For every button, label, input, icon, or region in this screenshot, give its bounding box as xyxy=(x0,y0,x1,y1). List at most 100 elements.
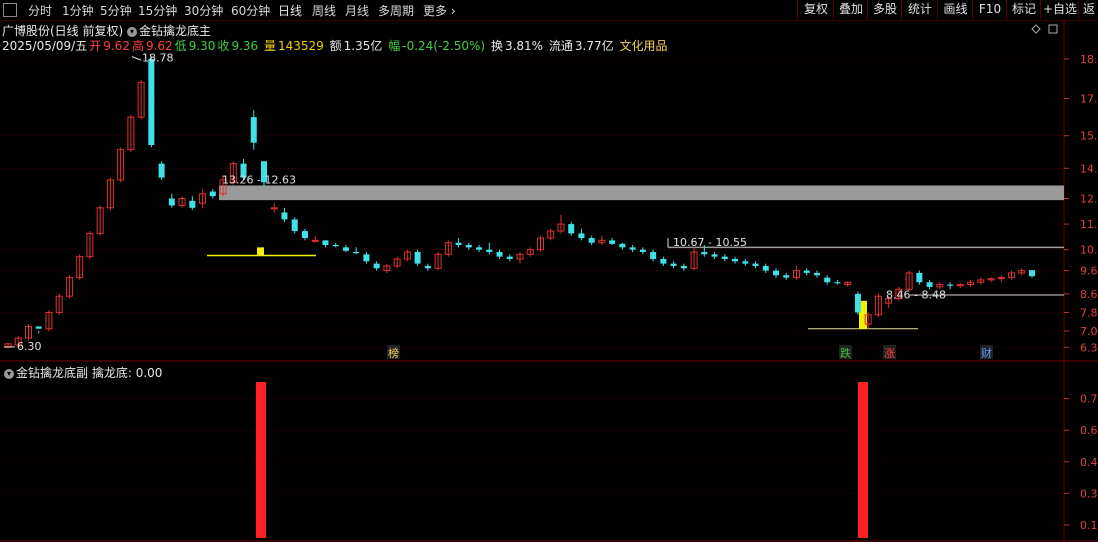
candle-body xyxy=(148,58,155,146)
sub-y-tick-label: 0.3 xyxy=(1080,487,1098,500)
candle-body xyxy=(363,254,370,262)
annotation-band-2: 10.67 - 10.55 xyxy=(673,236,747,249)
candle-body xyxy=(496,252,503,257)
candle-body xyxy=(752,263,759,266)
candle-body xyxy=(414,252,421,264)
candle-body xyxy=(732,258,739,262)
candle-body xyxy=(158,163,165,178)
candle-body xyxy=(670,263,677,266)
sub-field-value: 0.00 xyxy=(135,366,163,380)
candle-body xyxy=(35,326,42,329)
y-tick-label: 7.8 xyxy=(1080,306,1098,319)
candle-body xyxy=(476,247,483,250)
chart-icons xyxy=(1031,24,1058,34)
candle-body xyxy=(926,282,933,287)
y-axis-main: 18.7 17.0 15.4 14.0 12.7 11.6 10.5 9.6 8.6 7.8 7.0… xyxy=(1064,53,1098,354)
annotation-support: 8.46 - 8.48 xyxy=(886,289,946,302)
candle-body xyxy=(639,249,646,252)
grid xyxy=(0,20,1098,542)
candle-body xyxy=(373,263,380,269)
sub-indicator-row: ▾ 金钻擒龙底副 擒龙底: 0.00 xyxy=(4,364,162,381)
candle-body xyxy=(578,233,585,239)
candle-body xyxy=(854,293,861,313)
y-tick-label: 14.0 xyxy=(1080,162,1098,175)
event-marker: 榜 xyxy=(388,346,399,360)
candle-body xyxy=(311,239,319,242)
candle-body xyxy=(465,245,472,248)
candle-body xyxy=(301,231,308,239)
candle-body xyxy=(332,245,339,247)
y-tick-label: 17.0 xyxy=(1080,93,1098,106)
candle-body xyxy=(506,256,513,259)
candle-body xyxy=(322,240,329,246)
kline-chart[interactable]: 18.78 13.26 - 12.63 10.67 - 10.55 8.46 - 8.… xyxy=(0,0,1098,542)
candle-body xyxy=(813,272,820,276)
candle-body xyxy=(619,243,626,248)
candle-body xyxy=(660,258,667,264)
y-tick-label: 15.4 xyxy=(1080,130,1098,143)
candle-body xyxy=(270,207,278,210)
y-tick-label: 12.7 xyxy=(1080,193,1098,206)
candle-body xyxy=(168,198,175,206)
sub-y-tick-label: 0.7 xyxy=(1080,393,1098,406)
candle-body xyxy=(650,252,657,259)
candle-body xyxy=(209,191,216,197)
candle-body xyxy=(588,238,595,243)
candle-body xyxy=(568,224,575,234)
event-marker: 财 xyxy=(981,346,992,360)
maximize-icon xyxy=(1048,24,1058,34)
y-tick-label: 10.5 xyxy=(1080,244,1098,257)
event-marker: 涨 xyxy=(884,347,895,360)
candle-body xyxy=(773,270,779,276)
candle-body xyxy=(609,240,616,244)
band-layer xyxy=(207,185,1064,330)
resistance-band xyxy=(219,185,1064,201)
candle-body xyxy=(342,247,349,251)
candle-body xyxy=(742,261,749,264)
candle-body xyxy=(711,254,718,257)
candle-body xyxy=(291,219,298,232)
candle-body xyxy=(281,212,288,220)
candle-body xyxy=(947,284,954,286)
annotation-band-1: 13.26 - 12.63 xyxy=(222,174,296,187)
candle-body xyxy=(353,252,360,254)
sub-indicator-name[interactable]: 金钻擒龙底副 xyxy=(16,366,88,380)
event-marker: 跌 xyxy=(840,346,851,360)
candle-body xyxy=(486,249,493,252)
sub-chart xyxy=(256,382,868,538)
y-axis-sub: 0.7 0.6 0.4 0.3 0.1 xyxy=(1064,393,1098,532)
sub-y-tick-label: 0.1 xyxy=(1080,519,1098,532)
annotation-low: 6.30 xyxy=(17,340,42,353)
candle-body xyxy=(834,282,841,284)
candle-body xyxy=(455,242,462,246)
y-tick-label: 9.6 xyxy=(1080,265,1098,278)
annotation-pointer xyxy=(131,56,142,61)
sub-indicator-dropdown-icon[interactable]: ▾ xyxy=(4,368,14,379)
candle-body xyxy=(680,265,687,269)
y-tick-label: 8.6 xyxy=(1080,288,1098,301)
candles xyxy=(4,56,1035,348)
sub-y-tick-label: 0.4 xyxy=(1080,456,1098,469)
signal-bar xyxy=(256,382,266,538)
yellow-signal-candle xyxy=(257,247,264,256)
candle-body xyxy=(783,275,790,278)
candle-body xyxy=(824,277,831,283)
y-tick-label: 11.6 xyxy=(1080,218,1098,231)
candle-body xyxy=(762,265,769,271)
candle-body xyxy=(629,247,636,250)
y-tick-label: 6.3 xyxy=(1080,341,1098,354)
annotation-high: 18.78 xyxy=(142,51,174,64)
candle-body xyxy=(1029,270,1035,277)
candle-body xyxy=(424,265,431,269)
signal-bar xyxy=(858,382,868,538)
diamond-icon xyxy=(1031,24,1041,34)
sub-y-tick-label: 0.6 xyxy=(1080,424,1098,437)
candle-body xyxy=(803,270,810,273)
candle-body xyxy=(250,117,257,143)
y-tick-label: 7.0 xyxy=(1080,325,1098,338)
y-tick-label: 18.7 xyxy=(1080,53,1098,66)
sub-field-label: 擒龙底: xyxy=(91,366,132,380)
candle-body xyxy=(189,200,196,208)
candle-body xyxy=(701,252,708,255)
candle-body xyxy=(721,256,728,259)
